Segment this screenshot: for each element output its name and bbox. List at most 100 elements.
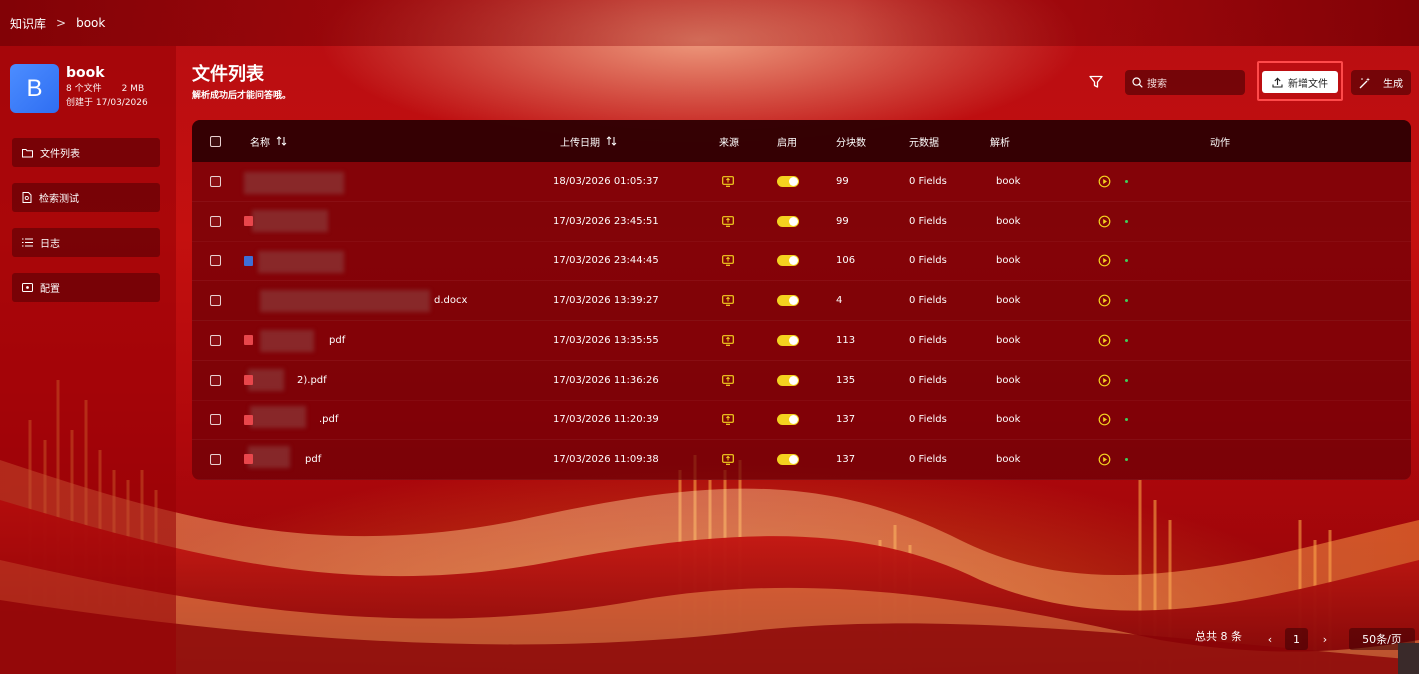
metadata-fields[interactable]: 0 Fields — [909, 361, 947, 400]
redacted-filename — [248, 368, 284, 391]
chunk-count: 99 — [836, 215, 849, 227]
parse-run-icon[interactable] — [1098, 334, 1111, 347]
parse-run-icon[interactable] — [1098, 374, 1111, 387]
row-checkbox[interactable] — [210, 255, 221, 267]
upload-date: 17/03/2026 11:36:26 — [553, 374, 659, 386]
parse-run-icon[interactable] — [1098, 175, 1111, 188]
parser-name: book — [996, 295, 1021, 307]
file-name-cell[interactable]: pdf — [244, 321, 464, 360]
search-input[interactable]: 搜索 — [1125, 70, 1245, 95]
row-checkbox[interactable] — [210, 374, 221, 386]
parser-name: book — [996, 215, 1021, 227]
enable-toggle[interactable] — [777, 334, 799, 346]
sort-icon[interactable] — [276, 136, 287, 146]
row-checkbox[interactable] — [210, 295, 221, 307]
table-row[interactable]: 17/03/2026 23:45:51 99 0 Fields book — [192, 202, 1411, 242]
enable-toggle[interactable] — [777, 295, 799, 307]
enable-toggle[interactable] — [777, 453, 799, 465]
local-upload-icon — [722, 453, 734, 465]
row-checkbox[interactable] — [210, 215, 221, 227]
table-row[interactable]: 17/03/2026 23:44:45 106 0 Fields book — [192, 241, 1411, 282]
config-icon — [22, 283, 33, 292]
corner-widget — [1398, 643, 1419, 674]
metadata-fields[interactable]: 0 Fields — [909, 162, 947, 201]
file-name: pdf — [305, 453, 322, 465]
local-upload-icon — [722, 176, 734, 187]
pdf-file-icon — [244, 216, 253, 227]
add-file-button[interactable]: 新增文件 — [1262, 71, 1338, 93]
parse-run-icon[interactable] — [1098, 453, 1111, 466]
add-file-label: 新增文件 — [1288, 78, 1328, 90]
metadata-fields[interactable]: 0 Fields — [909, 241, 947, 280]
parse-run-icon[interactable] — [1098, 254, 1111, 267]
generate-button[interactable]: 生成 — [1351, 70, 1411, 95]
sidebar-item-file-list[interactable]: 文件列表 — [12, 138, 160, 167]
row-checkbox[interactable] — [210, 176, 221, 187]
enable-toggle[interactable] — [777, 414, 799, 426]
parser-name: book — [996, 453, 1021, 465]
table-row[interactable]: pdf 17/03/2026 13:35:55 113 0 Fields boo… — [192, 320, 1411, 361]
parse-status-dot — [1125, 457, 1128, 461]
table-row[interactable]: 2).pdf 17/03/2026 11:36:26 135 0 Fields … — [192, 361, 1411, 401]
knowledge-base-info: book 8 个文件 2 MB 创建于 17/03/2026 — [66, 64, 148, 113]
file-name-cell[interactable]: d.docx — [244, 281, 467, 320]
metadata-fields[interactable]: 0 Fields — [909, 400, 947, 439]
parse-run-icon[interactable] — [1098, 413, 1111, 426]
parse-status-dot — [1125, 299, 1128, 303]
filter-icon[interactable] — [1088, 74, 1104, 90]
table-row[interactable]: d.docx 17/03/2026 13:39:27 4 0 Fields bo… — [192, 281, 1411, 322]
pagination-total: 总共 8 条 — [1195, 630, 1242, 643]
row-checkbox[interactable] — [210, 334, 221, 346]
column-label: 上传日期 — [560, 137, 600, 149]
breadcrumb-root-link[interactable]: 知识库 — [10, 15, 46, 32]
file-name-cell[interactable]: pdf — [244, 440, 464, 479]
sidebar-item-retrieval-test[interactable]: 检索测试 — [12, 183, 160, 212]
file-name-cell[interactable] — [244, 162, 464, 201]
search-placeholder: 搜索 — [1147, 79, 1167, 90]
metadata-fields[interactable]: 0 Fields — [909, 281, 947, 320]
pdf-file-icon — [244, 454, 253, 465]
file-table: 名称 上传日期 来源 启用 分块数 元数据 解析 动作 18/03/2026 0… — [192, 120, 1411, 480]
upload-icon — [1272, 77, 1283, 88]
redacted-filename — [260, 329, 314, 352]
sidebar-item-logs[interactable]: 日志 — [12, 228, 160, 257]
sidebar-item-label: 检索测试 — [39, 194, 79, 205]
file-name-cell[interactable]: .pdf — [244, 400, 464, 439]
parse-status-dot — [1125, 378, 1128, 382]
select-all-checkbox[interactable] — [210, 135, 221, 147]
row-checkbox[interactable] — [210, 414, 221, 426]
table-row[interactable]: pdf 17/03/2026 11:09:38 137 0 Fields boo… — [192, 440, 1411, 480]
sort-icon[interactable] — [606, 136, 617, 146]
redacted-filename — [260, 290, 430, 313]
chunk-count: 106 — [836, 255, 856, 267]
enable-toggle[interactable] — [777, 374, 799, 386]
file-name-cell[interactable] — [244, 241, 464, 280]
column-header-name[interactable]: 名称 — [250, 120, 287, 162]
file-name-cell[interactable] — [244, 202, 464, 241]
knowledge-base-name: book — [66, 65, 105, 81]
parser-name: book — [996, 334, 1021, 346]
column-header-upload-date[interactable]: 上传日期 — [560, 120, 617, 162]
table-row[interactable]: 18/03/2026 01:05:37 99 0 Fields book — [192, 162, 1411, 202]
enable-toggle[interactable] — [777, 255, 799, 267]
enable-toggle[interactable] — [777, 215, 799, 227]
next-page-button[interactable]: › — [1319, 628, 1331, 650]
created-date: 创建于 17/03/2026 — [66, 98, 148, 108]
metadata-fields[interactable]: 0 Fields — [909, 202, 947, 241]
prev-page-button[interactable]: ‹ — [1264, 628, 1276, 650]
sidebar-item-config[interactable]: 配置 — [12, 273, 160, 302]
table-row[interactable]: .pdf 17/03/2026 11:20:39 137 0 Fields bo… — [192, 400, 1411, 441]
file-name: 2).pdf — [297, 374, 327, 386]
metadata-fields[interactable]: 0 Fields — [909, 440, 947, 479]
local-upload-icon — [722, 255, 734, 267]
page-number-button[interactable]: 1 — [1285, 628, 1308, 650]
metadata-fields[interactable]: 0 Fields — [909, 321, 947, 360]
column-header-actions: 动作 — [1210, 137, 1230, 149]
file-icon — [244, 177, 253, 187]
enable-toggle[interactable] — [777, 176, 799, 187]
parse-run-icon[interactable] — [1098, 294, 1111, 307]
folder-icon — [22, 148, 33, 157]
file-name-cell[interactable]: 2).pdf — [244, 361, 464, 400]
row-checkbox[interactable] — [210, 453, 221, 465]
parse-run-icon[interactable] — [1098, 215, 1111, 228]
